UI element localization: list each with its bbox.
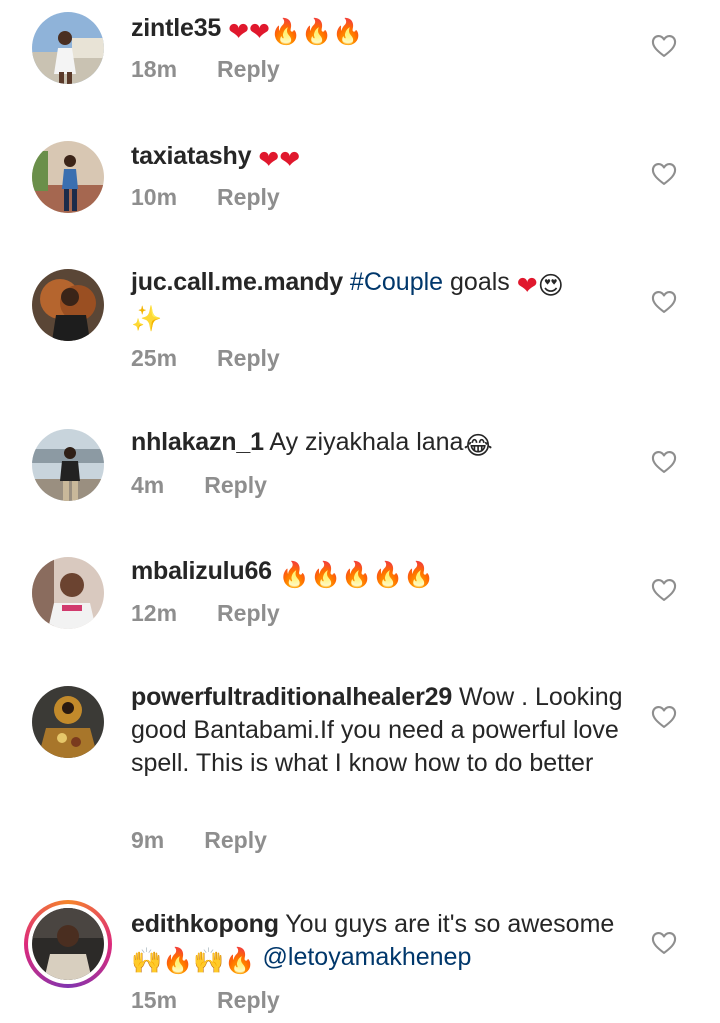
heart-outline-icon[interactable]: [650, 288, 678, 316]
reply-button[interactable]: Reply: [217, 345, 280, 372]
reply-button[interactable]: Reply: [217, 600, 280, 627]
comment-meta: 4m Reply: [131, 472, 267, 499]
comment-body: Ay ziyakhala lana: [269, 428, 464, 456]
heart-outline-icon[interactable]: [650, 448, 678, 476]
reply-button[interactable]: Reply: [217, 56, 280, 83]
fire-emoji: 🔥: [224, 947, 256, 975]
comment-text: powerfultraditionalhealer29 Wow . Lookin…: [131, 681, 636, 780]
story-ring-inner: [28, 904, 108, 984]
username[interactable]: juc.call.me.mandy: [131, 268, 343, 296]
heart-outline-icon[interactable]: [650, 32, 678, 60]
sparkles-emoji: ✨: [131, 305, 163, 333]
hashtag-link[interactable]: #Couple: [350, 268, 443, 296]
username[interactable]: mbalizulu66: [131, 557, 272, 585]
comment-meta: 9m Reply: [131, 827, 267, 854]
timestamp: 15m: [131, 987, 178, 1013]
comment-text: nhlakazn_1 Ay ziyakhala lana😂: [131, 426, 636, 459]
username[interactable]: taxiatashy: [131, 142, 251, 170]
red-heart-emoji: ❤❤: [228, 18, 270, 46]
reply-button[interactable]: Reply: [217, 184, 280, 211]
red-heart-emoji: ❤: [516, 272, 538, 300]
timestamp: 25m: [131, 345, 178, 371]
comment-meta: 12m Reply: [131, 600, 280, 627]
reply-button[interactable]: Reply: [217, 987, 280, 1014]
avatar[interactable]: [32, 429, 104, 501]
comment-text: mbalizulu66 🔥🔥🔥🔥🔥: [131, 555, 636, 588]
comment-text: edithkopong You guys are it's so awesome…: [131, 908, 636, 974]
comment-text: juc.call.me.mandy #Couple goals ❤😍 ✨: [131, 266, 636, 332]
raising-hands-emoji: 🙌: [193, 947, 225, 975]
username[interactable]: zintle35: [131, 14, 221, 42]
username[interactable]: powerfultraditionalhealer29: [131, 683, 452, 711]
timestamp: 18m: [131, 56, 178, 82]
timestamp: 9m: [131, 827, 165, 853]
comment-meta: 15m Reply: [131, 987, 280, 1014]
username[interactable]: nhlakazn_1: [131, 428, 264, 456]
avatar[interactable]: [32, 557, 104, 629]
username[interactable]: edithkopong: [131, 910, 279, 938]
heart-eyes-emoji: 😍: [537, 272, 564, 300]
avatar[interactable]: [32, 686, 104, 758]
comment-body: goals: [450, 268, 510, 296]
timestamp: 4m: [131, 472, 165, 498]
tears-of-joy-emoji: 😂: [463, 432, 493, 460]
heart-outline-icon[interactable]: [650, 160, 678, 188]
fire-emoji: 🔥🔥🔥🔥🔥: [278, 561, 435, 589]
avatar[interactable]: [32, 12, 104, 84]
mention-link[interactable]: @letoyamakhenep: [263, 943, 472, 971]
heart-outline-icon[interactable]: [650, 576, 678, 604]
reply-button[interactable]: Reply: [204, 827, 267, 854]
comment-text: zintle35 ❤❤🔥🔥🔥: [131, 12, 636, 45]
comment-text: taxiatashy ❤❤: [131, 140, 636, 173]
story-avatar[interactable]: [24, 900, 112, 988]
comment-meta: 18m Reply: [131, 56, 280, 83]
comment-meta: 25m Reply: [131, 345, 280, 372]
comment-body: You guys are it's so awesome: [285, 910, 615, 938]
timestamp: 10m: [131, 184, 178, 210]
comment-meta: 10m Reply: [131, 184, 280, 211]
timestamp: 12m: [131, 600, 178, 626]
fire-emoji: 🔥🔥🔥: [269, 18, 364, 46]
raising-hands-emoji: 🙌: [131, 947, 163, 975]
avatar[interactable]: [32, 141, 104, 213]
fire-emoji: 🔥: [162, 947, 194, 975]
reply-button[interactable]: Reply: [204, 472, 267, 499]
avatar[interactable]: [32, 269, 104, 341]
heart-outline-icon[interactable]: [650, 929, 678, 957]
heart-outline-icon[interactable]: [650, 703, 678, 731]
red-heart-emoji: ❤❤: [258, 146, 301, 174]
